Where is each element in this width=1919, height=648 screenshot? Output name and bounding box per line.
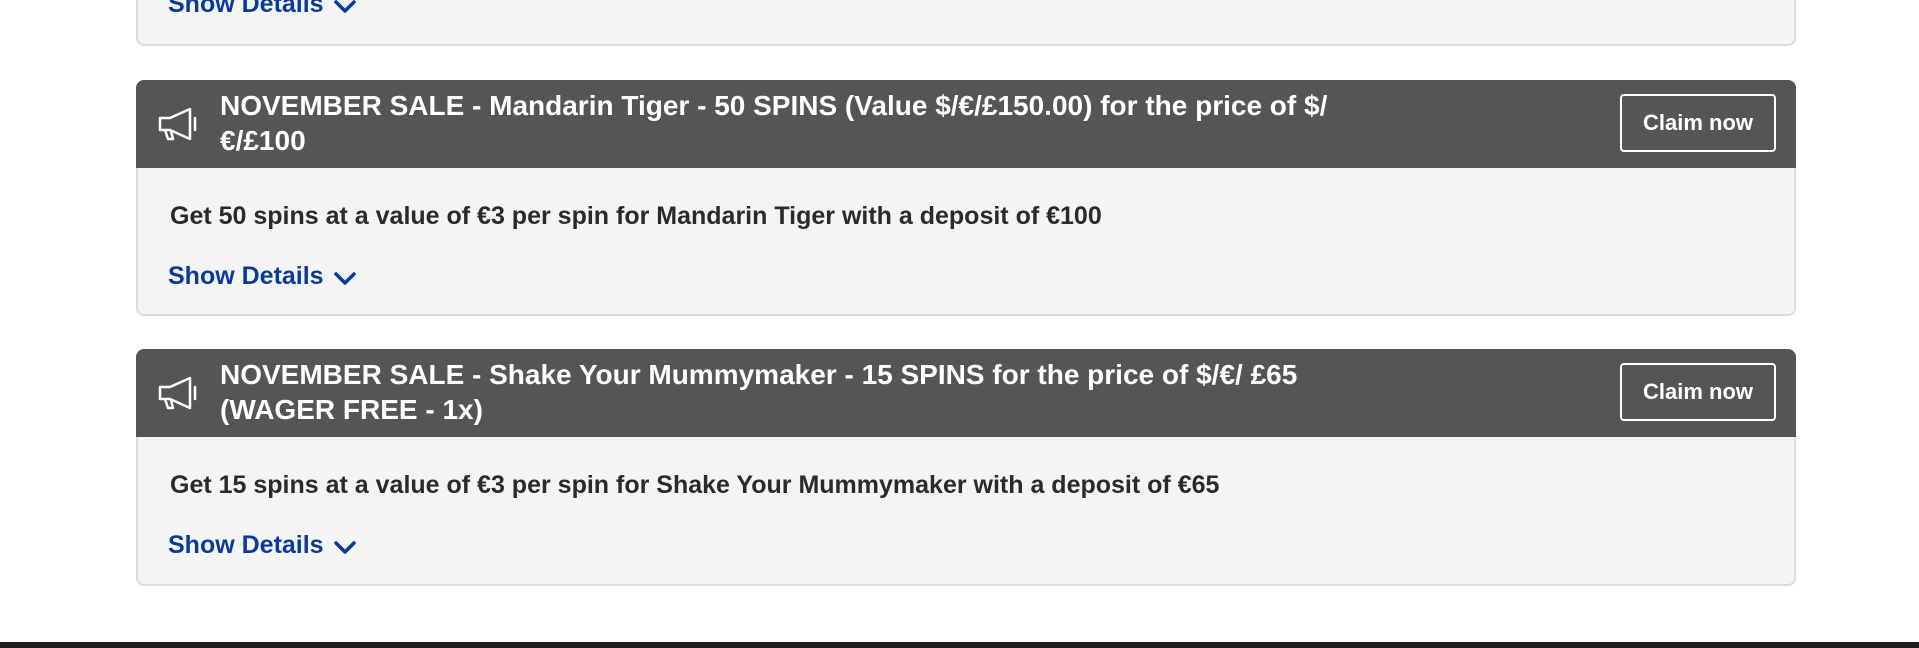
promo-card-previous: Show Details bbox=[136, 0, 1796, 46]
chevron-down-icon bbox=[333, 271, 356, 285]
show-details-label: Show Details bbox=[168, 531, 324, 559]
promo-description: Get 50 spins at a value of €3 per spin f… bbox=[170, 202, 1102, 230]
page-footer-bar bbox=[0, 642, 1919, 648]
promo-title: NOVEMBER SALE - Mandarin Tiger - 50 SPIN… bbox=[220, 90, 1328, 156]
promo-description: Get 15 spins at a value of €3 per spin f… bbox=[170, 471, 1220, 499]
claim-now-button[interactable]: Claim now bbox=[1620, 94, 1776, 152]
show-details-label: Show Details bbox=[168, 0, 324, 18]
promo-card-header: NOVEMBER SALE - Mandarin Tiger - 50 SPIN… bbox=[136, 80, 1796, 168]
show-details-link[interactable]: Show Details bbox=[168, 0, 356, 19]
megaphone-icon bbox=[158, 107, 197, 141]
claim-now-button[interactable]: Claim now bbox=[1620, 363, 1776, 421]
promo-card: NOVEMBER SALE - Mandarin Tiger - 50 SPIN… bbox=[136, 80, 1796, 316]
promo-card: NOVEMBER SALE - Shake Your Mummymaker - … bbox=[136, 349, 1796, 586]
show-details-link[interactable]: Show Details bbox=[168, 262, 356, 291]
show-details-link[interactable]: Show Details bbox=[168, 531, 356, 560]
megaphone-icon bbox=[158, 376, 197, 410]
show-details-label: Show Details bbox=[168, 262, 324, 290]
chevron-down-icon bbox=[333, 0, 356, 13]
chevron-down-icon bbox=[333, 540, 356, 554]
promo-title: NOVEMBER SALE - Shake Your Mummymaker - … bbox=[220, 359, 1298, 425]
promo-card-header: NOVEMBER SALE - Shake Your Mummymaker - … bbox=[136, 349, 1796, 437]
